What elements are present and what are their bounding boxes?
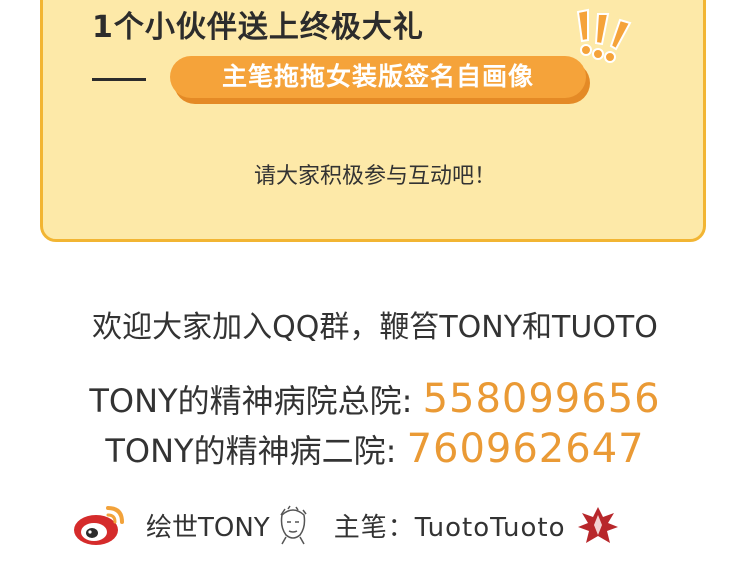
welcome-text: 欢迎大家加入QQ群，鞭笞TONY和TUOTO xyxy=(92,310,658,345)
qq-group-line: TONY的精神病二院: 760962647 xyxy=(0,426,750,472)
weibo-name: 绘世TONY xyxy=(146,512,270,543)
writer-credit: 主笔：TuotoTuoto xyxy=(333,512,566,543)
red-emblem-icon xyxy=(577,507,618,543)
weibo-icon[interactable] xyxy=(72,502,128,548)
footer-credits: 绘世TONY 主笔：TuotoTuoto xyxy=(72,500,712,550)
exclamation-marks-icon xyxy=(576,8,632,63)
qq-group-number[interactable]: 760962647 xyxy=(407,426,645,472)
invite-text: 请大家积极参与互动吧！ xyxy=(253,164,496,189)
qq-group-line: TONY的精神病院总院: 558099656 xyxy=(0,376,750,422)
qq-group-label: TONY的精神病院总院: xyxy=(89,382,423,420)
portrait-doodle-icon xyxy=(280,505,307,545)
qq-group-number[interactable]: 558099656 xyxy=(423,376,661,422)
headline: 1个小伙伴送上终极大礼 xyxy=(92,10,424,45)
dash-decoration xyxy=(92,78,146,81)
qq-group-label: TONY的精神病二院: xyxy=(105,432,407,470)
prize-pill: 主笔拖拖女装版签名自画像 xyxy=(170,56,586,98)
